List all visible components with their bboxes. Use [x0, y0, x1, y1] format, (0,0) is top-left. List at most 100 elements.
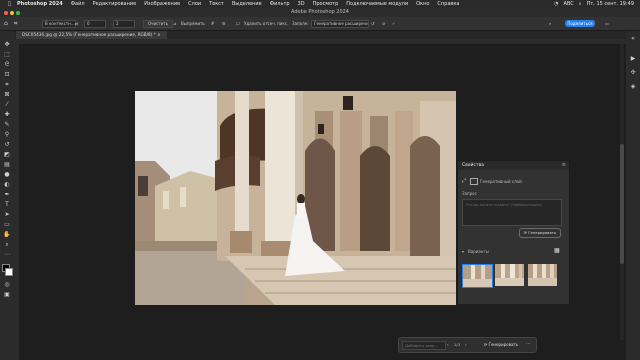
scrollbar-thumb[interactable] [620, 144, 624, 264]
document-tab-label: DSC05436.jpg @ 22,5% (Генеративное расши… [22, 32, 156, 37]
menu-file[interactable]: Файл [71, 1, 85, 7]
gap-field[interactable]: 2 [113, 20, 135, 28]
grid-overlay-icon[interactable]: # [211, 20, 214, 27]
background-color-swatch[interactable] [5, 268, 13, 276]
menu-image[interactable]: Изображение [144, 1, 180, 7]
play-actions-icon[interactable]: ▶ [629, 55, 637, 63]
frame-tool-icon[interactable]: ⊠ [3, 91, 11, 99]
crop-tool-icon[interactable]: ⌗ [3, 81, 11, 89]
properties-panel: Свойства ≡ ⤢ Генеративный слой Запрос Чт… [457, 160, 570, 305]
document-tab-bar: DSC05436.jpg @ 22,5% (Генеративное расши… [0, 31, 640, 39]
remove-cropped-pixels-checkbox[interactable]: ☐ [236, 20, 240, 27]
home-icon[interactable]: ⌂ [4, 20, 8, 27]
search-icon[interactable]: ⌕ [549, 20, 551, 27]
menu-window[interactable]: Окно [416, 1, 429, 7]
type-tool-icon[interactable]: T [3, 201, 11, 209]
prompt-textarea[interactable]: Что вы хотите создать? (Необязательно) [462, 199, 562, 226]
swap-icon[interactable]: ⇄ [75, 20, 78, 27]
menu-select[interactable]: Выделение [232, 1, 262, 7]
object-select-tool-icon[interactable]: ⊡ [3, 71, 11, 79]
menu-edit[interactable]: Редактирование [93, 1, 137, 7]
more-tools-icon[interactable]: ⋯ [3, 251, 11, 259]
panel-menu-icon[interactable]: ≡ [562, 162, 566, 168]
eraser-tool-icon[interactable]: ◩ [3, 151, 11, 159]
tools-panel: ✥ ⬚ ᘓ ⊡ ⌗ ⊠ ⁄ ✚ ✎ ⚲ ↺ ◩ ▤ ● ◐ ✒ T ➤ ▭ ✋ … [0, 31, 14, 360]
gradient-tool-icon[interactable]: ▤ [3, 161, 11, 169]
zoom-window-icon[interactable] [16, 11, 20, 15]
apple-icon[interactable]:  [8, 1, 11, 7]
wifi-icon[interactable]: ◔ [554, 1, 558, 7]
prompt-placeholder: Что вы хотите создать? (Необязательно) [466, 203, 542, 207]
crop-tool-icon[interactable]: ⌗ [14, 20, 17, 27]
lasso-tool-icon[interactable]: ᘓ [3, 61, 11, 69]
document-tab[interactable]: DSC05436.jpg @ 22,5% (Генеративное расши… [16, 31, 167, 39]
menu-layers[interactable]: Слои [188, 1, 201, 7]
more-options-icon[interactable]: ⋯ [526, 341, 531, 348]
workspace-icon[interactable]: ▭ [605, 20, 609, 27]
screen-mode-icon[interactable]: ▣ [3, 291, 11, 299]
clone-stamp-tool-icon[interactable]: ⚲ [3, 131, 11, 139]
document-canvas[interactable] [135, 91, 456, 305]
menu-app-name[interactable]: Photoshop 2024 [17, 1, 63, 7]
expand-panels-icon[interactable]: « [629, 35, 637, 43]
next-variant-icon[interactable]: › [465, 341, 467, 348]
generative-layer-icon [470, 178, 478, 185]
variant-thumbnail-2[interactable] [495, 264, 524, 286]
clear-button[interactable]: Очистить [143, 20, 173, 28]
grid-view-icon[interactable]: ▦ [554, 247, 560, 254]
fill-select[interactable]: Генеративное расширение [311, 20, 369, 28]
variant-thumbnail-1[interactable] [462, 264, 493, 288]
zoom-tool-icon[interactable]: ⌕ [3, 241, 11, 249]
eyedropper-tool-icon[interactable]: ⁄ [3, 101, 11, 109]
commit-icon[interactable]: ✓ [392, 20, 395, 27]
generate-button[interactable]: ⟳ Генерировать [519, 228, 561, 238]
search-icon[interactable]: ⌕ [579, 1, 582, 7]
adjustments-icon[interactable]: ✣ [629, 69, 637, 77]
menu-help[interactable]: Справка [437, 1, 459, 7]
menu-view[interactable]: Просмотр [313, 1, 339, 7]
options-bar: ⌂ ⌗ В контекстн... ⇄ 0 2 Очистить ⊿ Выпр… [0, 17, 640, 31]
generate-button-label: Генерировать [528, 230, 557, 235]
tab-properties[interactable]: Свойства [462, 161, 484, 170]
close-window-icon[interactable] [4, 11, 8, 15]
share-button[interactable]: Поделиться [565, 20, 595, 27]
feather-field[interactable]: 0 [84, 20, 106, 28]
layers-icon[interactable]: ◈ [629, 83, 637, 91]
menu-type[interactable]: Текст [209, 1, 224, 7]
horizontal-ruler [14, 39, 626, 45]
cancel-icon[interactable]: ⊘ [382, 20, 385, 27]
menu-plugins[interactable]: Подключаемые модули [346, 1, 408, 7]
blur-tool-icon[interactable]: ● [3, 171, 11, 179]
remove-cropped-pixels-label: Удалить отсеч. пикс. [244, 21, 289, 26]
menubar-clock[interactable]: Пт, 15 сент. 19:49 [587, 1, 634, 7]
dodge-tool-icon[interactable]: ◐ [3, 181, 11, 189]
close-tab-icon[interactable]: × [157, 32, 161, 37]
pen-tool-icon[interactable]: ✒ [3, 191, 11, 199]
mode-select[interactable]: В контекстн... [42, 20, 76, 28]
quick-mask-icon[interactable]: ◎ [3, 281, 11, 289]
keyboard-layout[interactable]: ABC [564, 1, 574, 7]
menu-3d[interactable]: 3D [298, 1, 305, 7]
history-brush-tool-icon[interactable]: ↺ [3, 141, 11, 149]
generative-layer-label: Генеративный слой [480, 179, 522, 184]
path-select-tool-icon[interactable]: ➤ [3, 211, 11, 219]
canvas-vertical-scrollbar[interactable] [620, 44, 624, 340]
brush-tool-icon[interactable]: ✎ [3, 121, 11, 129]
menu-filter[interactable]: Фильтр [270, 1, 290, 7]
marquee-tool-icon[interactable]: ⬚ [3, 51, 11, 59]
variant-thumbnail-3[interactable] [528, 264, 557, 286]
healing-brush-tool-icon[interactable]: ✚ [3, 111, 11, 119]
minimize-window-icon[interactable] [10, 11, 14, 15]
settings-icon[interactable]: ⚙ [222, 20, 226, 27]
rectangle-tool-icon[interactable]: ▭ [3, 221, 11, 229]
hand-tool-icon[interactable]: ✋ [3, 231, 11, 239]
collapse-chevron-icon[interactable]: ▾ [462, 249, 464, 254]
reset-icon[interactable]: ↺ [371, 20, 374, 27]
right-panel-dock: « ▶ ✣ ◈ [626, 31, 640, 360]
contextual-generate-button[interactable]: ⟳ Генерировать [479, 341, 523, 348]
straighten-icon[interactable]: ⊿ [173, 20, 176, 27]
contextual-prompt-input[interactable]: Добавить запр... [402, 341, 446, 350]
straighten-button[interactable]: Выпрямить [181, 20, 205, 27]
previous-variant-icon[interactable]: ‹ [447, 341, 449, 348]
move-tool-icon[interactable]: ✥ [3, 41, 11, 49]
